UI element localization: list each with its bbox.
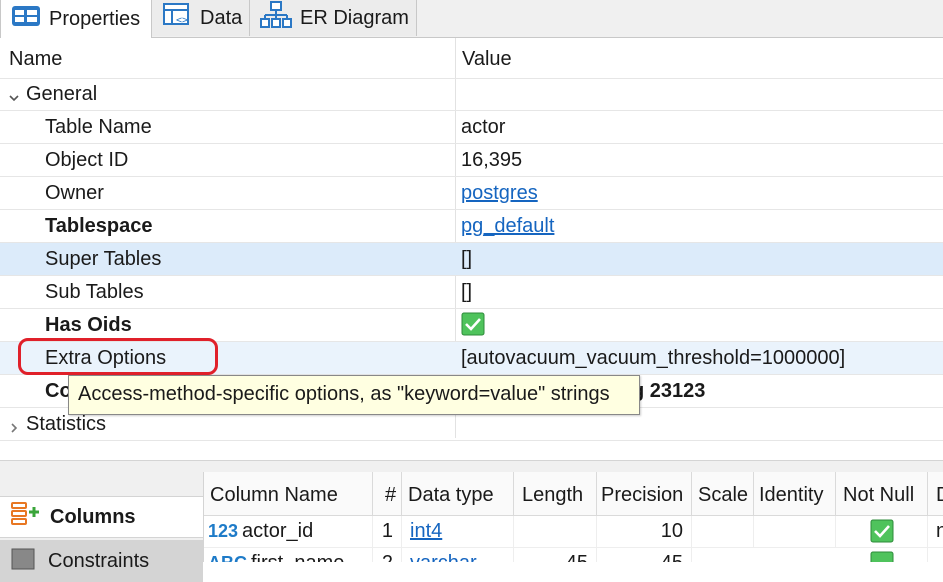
- chevron-right-icon[interactable]: [8, 417, 20, 440]
- cell-column-name[interactable]: 123 actor_id: [204, 516, 373, 548]
- cell-precision[interactable]: 10: [597, 516, 692, 548]
- name-column-header[interactable]: Name: [9, 48, 62, 71]
- tooltip: Access-method-specific options, as "keyw…: [68, 375, 640, 415]
- property-value: actor: [461, 116, 506, 138]
- property-row-super-tables[interactable]: Super Tables []: [0, 243, 943, 276]
- value-column-header[interactable]: Value: [462, 48, 512, 71]
- columns-icon: [10, 501, 42, 533]
- checkbox-checked-icon[interactable]: [870, 519, 894, 543]
- data-grid-icon: <>: [162, 2, 192, 34]
- property-name: Sub Tables: [45, 281, 144, 303]
- property-name: Table Name: [45, 116, 152, 138]
- property-name: Super Tables: [45, 248, 162, 270]
- editor-tab-bar: Properties <> Data ER Diagram: [0, 0, 943, 38]
- col-header-not-null[interactable]: Not Null: [836, 472, 928, 516]
- owner-link[interactable]: postgres: [461, 182, 538, 205]
- chevron-down-icon[interactable]: [8, 87, 20, 110]
- checkbox-checked-icon[interactable]: [870, 551, 894, 562]
- tab-er-diagram[interactable]: ER Diagram: [250, 0, 417, 36]
- cell-not-null[interactable]: [836, 516, 928, 548]
- numeric-type-icon: 123: [208, 521, 239, 541]
- col-header-scale[interactable]: Scale: [692, 472, 754, 516]
- highlight-annotation: [18, 338, 218, 375]
- tablespace-link[interactable]: pg_default: [461, 215, 554, 238]
- nav-item-constraints[interactable]: Constraints: [0, 540, 203, 582]
- col-header-precision[interactable]: Precision: [597, 472, 692, 516]
- cell-column-name[interactable]: ABC first_name: [204, 548, 373, 562]
- property-row-tablespace[interactable]: Tablespace pg_default: [0, 210, 943, 243]
- property-row-sub-tables[interactable]: Sub Tables []: [0, 276, 943, 309]
- er-diagram-icon: [260, 1, 292, 35]
- cell-scale[interactable]: [692, 516, 754, 548]
- column-name-text: actor_id: [242, 520, 314, 542]
- col-header-default[interactable]: D: [928, 472, 943, 516]
- property-value: 16,395: [461, 149, 523, 171]
- property-name: Object ID: [45, 149, 129, 171]
- tab-data[interactable]: <> Data: [152, 0, 250, 36]
- col-header-name[interactable]: Column Name: [204, 472, 373, 516]
- cell-data-type-link[interactable]: int4: [402, 516, 514, 548]
- svg-text:<>: <>: [176, 15, 188, 26]
- cell-data-type-link[interactable]: varchar: [402, 548, 514, 562]
- nav-label: Constraints: [48, 549, 150, 572]
- cell-length[interactable]: [514, 516, 597, 548]
- constraints-icon: [10, 545, 40, 577]
- cell-length[interactable]: 45: [514, 548, 597, 562]
- tab-label: ER Diagram: [300, 6, 409, 29]
- tab-label: Properties: [49, 7, 141, 30]
- group-label: Statistics: [26, 413, 107, 435]
- property-value: []: [461, 248, 473, 270]
- text-type-icon: ABC: [208, 553, 247, 562]
- property-name: Owner: [45, 182, 104, 204]
- col-header-num[interactable]: #: [373, 472, 402, 516]
- checkbox-checked-icon[interactable]: [461, 312, 485, 342]
- property-name: Has Oids: [45, 314, 132, 336]
- property-value: []: [461, 281, 473, 303]
- columns-grid[interactable]: Column Name # Data type Length Precision…: [203, 472, 943, 562]
- nav-label: Columns: [50, 505, 136, 528]
- properties-icon: [11, 4, 41, 34]
- tab-properties[interactable]: Properties: [0, 0, 152, 38]
- group-label: General: [26, 83, 98, 105]
- cell-not-null[interactable]: [836, 548, 928, 562]
- col-header-length[interactable]: Length: [514, 472, 597, 516]
- cell-identity[interactable]: [754, 516, 836, 548]
- col-header-data-type[interactable]: Data type: [402, 472, 514, 516]
- cell-default[interactable]: n: [928, 516, 943, 548]
- property-row-object-id[interactable]: Object ID 16,395: [0, 144, 943, 177]
- nav-item-columns[interactable]: Columns: [0, 496, 203, 538]
- property-value: g 23123: [632, 380, 706, 402]
- group-general[interactable]: General: [0, 78, 943, 111]
- cell-precision[interactable]: 45: [597, 548, 692, 562]
- tab-label: Data: [200, 6, 243, 29]
- column-name-text: first_name: [251, 552, 344, 562]
- cell-ordinal[interactable]: 2: [373, 548, 402, 562]
- property-row-table-name[interactable]: Table Name actor: [0, 111, 943, 144]
- property-row-owner[interactable]: Owner postgres: [0, 177, 943, 210]
- properties-header: Name Value: [0, 38, 943, 79]
- properties-tree[interactable]: Name Value General Table Name actor Obje…: [0, 38, 943, 460]
- table-sections-nav: Columns Constraints: [0, 472, 203, 582]
- property-name: Tablespace: [45, 215, 153, 237]
- col-header-identity[interactable]: Identity: [754, 472, 836, 516]
- property-value: [autovacuum_vacuum_threshold=1000000]: [461, 347, 846, 369]
- cell-ordinal[interactable]: 1: [373, 516, 402, 548]
